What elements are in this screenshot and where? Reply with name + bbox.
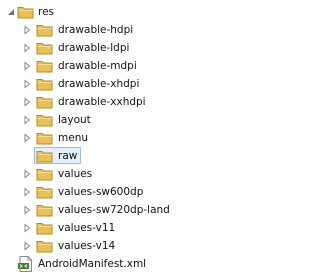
tree-item-label: layout bbox=[58, 114, 91, 126]
collapsed-arrow-icon[interactable] bbox=[22, 79, 32, 89]
collapsed-arrow-icon[interactable] bbox=[22, 61, 32, 71]
folder-icon bbox=[36, 61, 53, 73]
tree-item-label: drawable-mdpi bbox=[58, 60, 137, 72]
tree-item-folder-selected[interactable]: raw bbox=[0, 147, 215, 165]
collapsed-arrow-icon[interactable] bbox=[22, 241, 32, 251]
collapsed-arrow-icon[interactable] bbox=[22, 115, 32, 125]
tree-item-folder[interactable]: drawable-xhdpi bbox=[0, 75, 215, 93]
tree-item-label: AndroidManifest.xml bbox=[38, 258, 147, 270]
folder-icon bbox=[36, 205, 53, 217]
collapsed-arrow-icon[interactable] bbox=[22, 205, 32, 215]
tree-item-folder[interactable]: values-v11 bbox=[0, 219, 215, 237]
tree-item-folder[interactable]: layout bbox=[0, 111, 215, 129]
tree-item-label: values-sw600dp bbox=[58, 186, 144, 198]
tree-item-folder[interactable]: drawable-ldpi bbox=[0, 39, 215, 57]
folder-icon bbox=[36, 241, 53, 253]
tree-item-res[interactable]: res bbox=[0, 3, 215, 21]
folder-icon bbox=[36, 97, 53, 109]
tree-item-label: values-v11 bbox=[58, 222, 116, 234]
folder-icon bbox=[36, 169, 53, 181]
collapsed-arrow-icon[interactable] bbox=[22, 169, 32, 179]
folder-icon bbox=[36, 79, 53, 91]
collapsed-arrow-icon[interactable] bbox=[22, 187, 32, 197]
tree-item-label: drawable-hdpi bbox=[58, 24, 134, 36]
tree-item-folder[interactable]: menu bbox=[0, 129, 215, 147]
collapsed-arrow-icon[interactable] bbox=[22, 25, 32, 35]
folder-icon bbox=[36, 223, 53, 235]
tree-item-label: menu bbox=[58, 132, 88, 144]
project-explorer-tree: res drawable-hdpi drawable-ldpi drawable… bbox=[0, 0, 215, 273]
tree-item-label: drawable-ldpi bbox=[58, 42, 130, 54]
tree-item-folder[interactable]: drawable-hdpi bbox=[0, 21, 215, 39]
folder-icon bbox=[36, 115, 53, 127]
tree-item-file[interactable]: AndroidManifest.xml bbox=[0, 255, 215, 273]
tree-item-label: raw bbox=[58, 150, 78, 162]
folder-icon bbox=[17, 7, 34, 19]
folder-icon bbox=[36, 187, 53, 199]
tree-item-folder[interactable]: drawable-mdpi bbox=[0, 57, 215, 75]
folder-icon bbox=[36, 25, 53, 37]
tree-item-label: drawable-xxhdpi bbox=[58, 96, 146, 108]
tree-item-label: res bbox=[38, 6, 55, 18]
folder-icon bbox=[36, 43, 53, 55]
tree-item-folder[interactable]: values bbox=[0, 165, 215, 183]
tree-item-label: values bbox=[58, 168, 93, 180]
collapsed-arrow-icon[interactable] bbox=[22, 223, 32, 233]
tree-item-label: values-sw720dp-land bbox=[58, 204, 170, 216]
collapsed-arrow-icon[interactable] bbox=[22, 133, 32, 143]
collapsed-arrow-icon[interactable] bbox=[22, 97, 32, 107]
tree-item-label: values-v14 bbox=[58, 240, 116, 252]
tree-item-folder[interactable]: values-sw600dp bbox=[0, 183, 215, 201]
collapsed-arrow-icon[interactable] bbox=[22, 43, 32, 53]
tree-item-folder[interactable]: values-v14 bbox=[0, 237, 215, 255]
folder-icon bbox=[36, 133, 53, 145]
xml-file-icon bbox=[18, 256, 32, 272]
folder-icon bbox=[36, 151, 53, 163]
tree-item-folder[interactable]: drawable-xxhdpi bbox=[0, 93, 215, 111]
expanded-arrow-icon[interactable] bbox=[6, 7, 16, 17]
tree-item-label: drawable-xhdpi bbox=[58, 78, 140, 90]
tree-item-folder[interactable]: values-sw720dp-land bbox=[0, 201, 215, 219]
